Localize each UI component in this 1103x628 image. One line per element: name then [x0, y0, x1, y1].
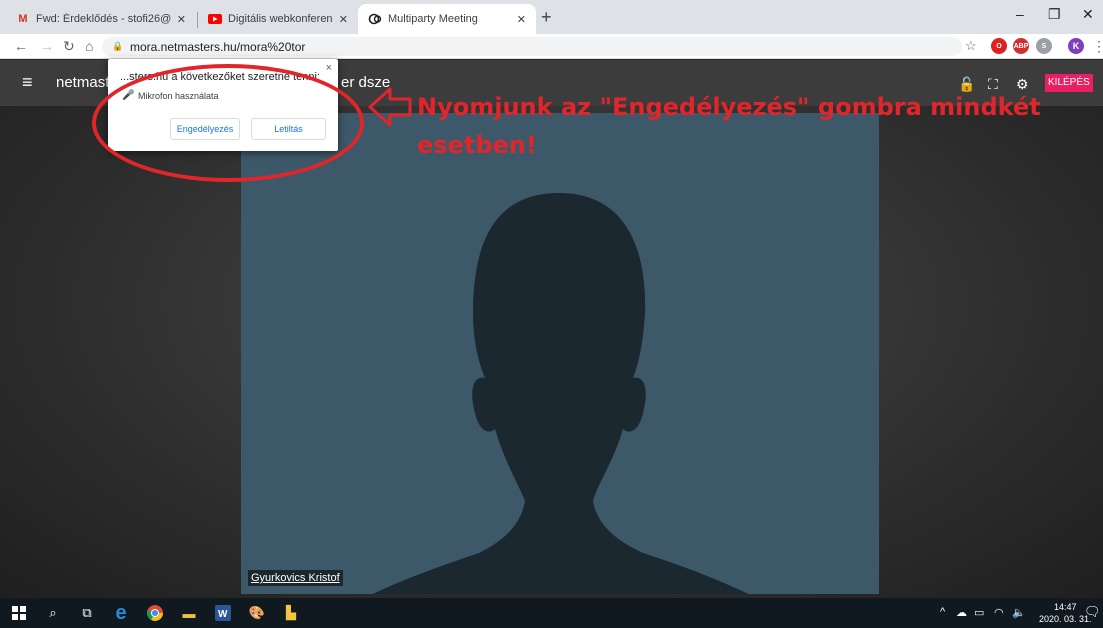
windows-taskbar: ⌕ ⧉ e ▬ W 🎨 ▙ ^ ☁ ▭ ◠ 🔈 14:47 2020. 03. … [0, 598, 1103, 628]
browser-menu-icon[interactable]: ⋮ [1092, 38, 1103, 54]
lock-icon: 🔒 [112, 40, 124, 51]
volume-icon[interactable]: 🔈 [1012, 606, 1026, 619]
svg-text:W: W [218, 609, 228, 620]
tab-title: Fwd: Érdeklődés - stofi26@gmail [36, 13, 171, 25]
home-icon[interactable]: ⌂ [85, 38, 93, 54]
chrome-icon[interactable] [146, 604, 164, 622]
tray-chevron-icon[interactable]: ^ [940, 606, 945, 618]
task-view-icon[interactable]: ⧉ [78, 604, 96, 622]
close-tab-icon[interactable]: ✕ [177, 13, 186, 26]
gmail-icon: M [18, 13, 28, 25]
back-icon[interactable]: ← [14, 38, 28, 54]
profile-avatar[interactable]: K [1068, 38, 1084, 54]
reload-icon[interactable]: ↻ [63, 38, 75, 54]
battery-icon: ▭ [974, 607, 985, 619]
close-tab-icon[interactable]: ✕ [339, 13, 348, 26]
meeting-icon [368, 12, 382, 26]
url-text: mora.netmasters.hu/mora%20tor [130, 39, 306, 54]
extension-icon[interactable]: S [1036, 38, 1052, 54]
annotation-arrow-icon [368, 87, 412, 127]
close-tab-icon[interactable]: ✕ [517, 13, 526, 26]
popup-close-icon[interactable]: × [326, 62, 332, 74]
participant-video-tile[interactable]: Gyurkovics Kristof [241, 113, 879, 594]
tab-gmail[interactable]: M Fwd: Érdeklődés - stofi26@gmail ✕ [6, 4, 196, 34]
address-bar[interactable]: 🔒 mora.netmasters.hu/mora%20tor [102, 37, 962, 56]
forward-icon[interactable]: → [40, 38, 54, 54]
annotation-ellipse [92, 64, 364, 182]
onedrive-icon[interactable]: ☁ [956, 606, 967, 619]
notification-center-icon[interactable]: 🗨 [1084, 604, 1101, 620]
search-icon[interactable]: ⌕ [44, 604, 62, 622]
sticky-app-icon[interactable]: ▙ [282, 604, 300, 622]
tab-title: Digitális webkonferencia böngé [228, 13, 333, 25]
browser-toolbar: ← → ↻ ⌂ 🔒 mora.netmasters.hu/mora%20tor … [0, 34, 1103, 59]
paint-icon[interactable]: 🎨 [248, 604, 266, 622]
participant-name-tag: Gyurkovics Kristof [248, 570, 343, 586]
file-explorer-icon[interactable]: ▬ [180, 604, 198, 622]
minimize-icon[interactable]: – [1016, 6, 1024, 22]
word-icon[interactable]: W [214, 604, 232, 622]
close-window-icon[interactable]: ✕ [1082, 6, 1094, 23]
edge-icon[interactable]: e [112, 602, 130, 624]
adblock-extension-icon[interactable]: ABP [1013, 38, 1029, 54]
tab-multiparty-meeting[interactable]: Multiparty Meeting ✕ [358, 4, 536, 34]
brand-name: netmast [56, 74, 110, 91]
youtube-icon [208, 12, 222, 26]
network-icon[interactable]: ◠ [994, 606, 1004, 619]
annotation-text: Nyomjunk az "Engedélyezés" gombra mindké… [417, 93, 1041, 159]
tab-title: Multiparty Meeting [388, 13, 478, 25]
bookmark-star-icon[interactable]: ☆ [965, 38, 977, 54]
browser-tab-strip: M Fwd: Érdeklődés - stofi26@gmail ✕ Digi… [0, 0, 1103, 34]
avatar-silhouette [373, 193, 749, 594]
windows-start-icon[interactable] [10, 604, 28, 622]
new-tab-button[interactable]: + [541, 8, 552, 26]
maximize-icon[interactable]: ❐ [1048, 6, 1061, 23]
hamburger-menu-icon[interactable]: ≡ [22, 72, 33, 93]
opera-extension-icon[interactable]: O [991, 38, 1007, 54]
tab-youtube[interactable]: Digitális webkonferencia böngé ✕ [198, 4, 358, 34]
